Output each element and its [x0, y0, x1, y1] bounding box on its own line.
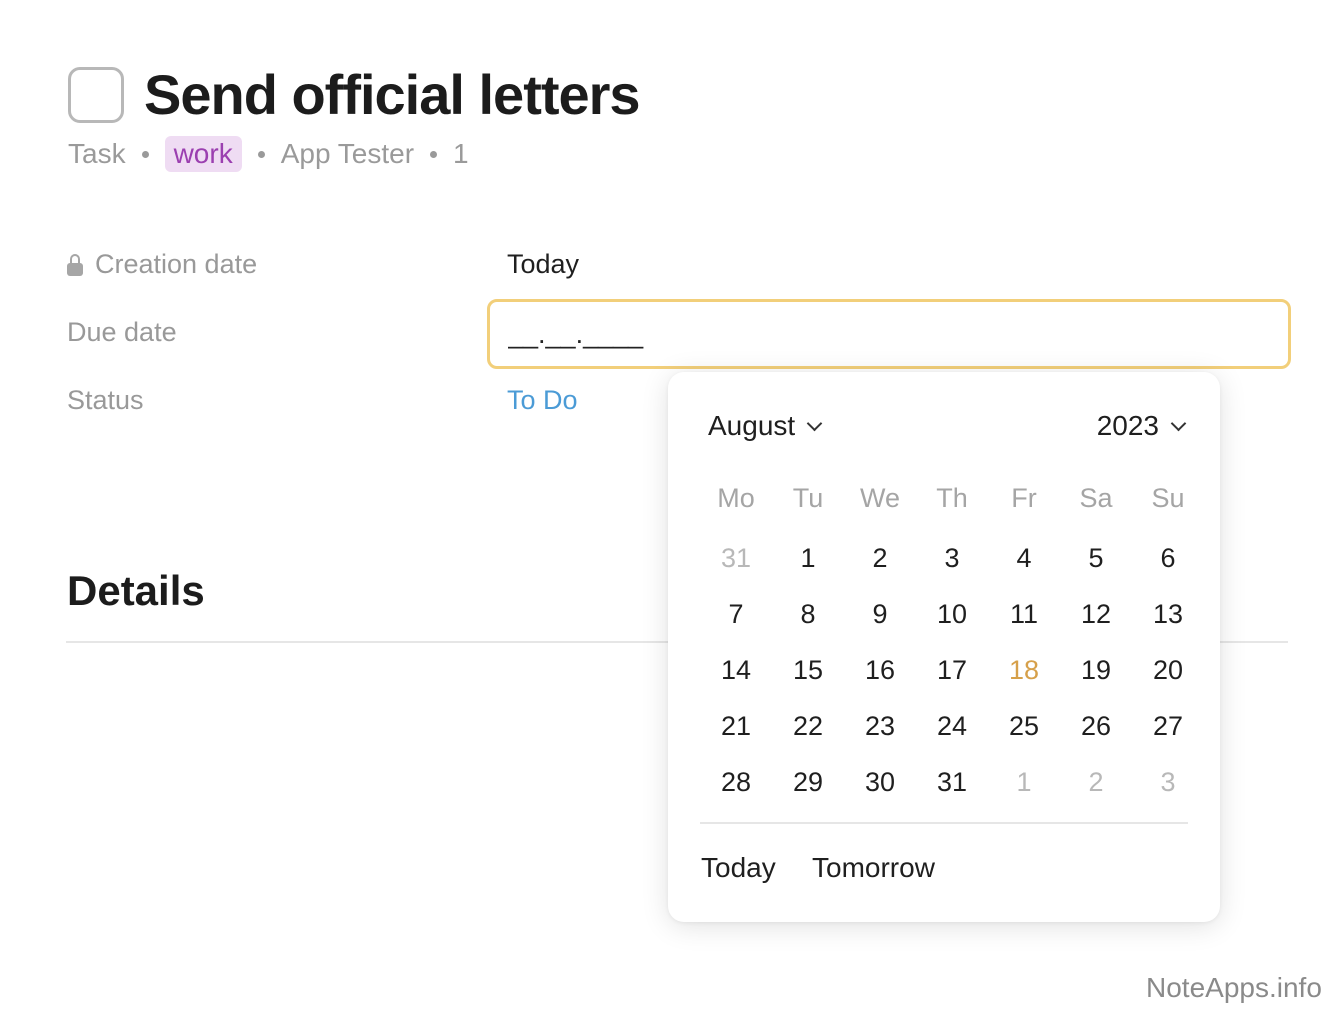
calendar-day[interactable]: 20: [1132, 642, 1204, 698]
weekday-label: Su: [1151, 483, 1185, 513]
calendar-day[interactable]: 24: [916, 698, 988, 754]
calendar-week-row: 21 22 23 24 25 26 27: [700, 698, 1204, 754]
calendar-day-outside[interactable]: 1: [988, 754, 1060, 810]
calendar-day[interactable]: 16: [844, 642, 916, 698]
calendar-day[interactable]: 29: [772, 754, 844, 810]
calendar-day[interactable]: 5: [1060, 530, 1132, 586]
calendar-day[interactable]: 28: [700, 754, 772, 810]
calendar-day[interactable]: 17: [916, 642, 988, 698]
watermark: NoteApps.info: [1146, 972, 1322, 1003]
status-label: Status: [67, 385, 144, 415]
weekday-label: Tu: [792, 483, 824, 513]
weekday-label: We: [859, 483, 900, 513]
calendar-day-outside[interactable]: 2: [1060, 754, 1132, 810]
calendar-day[interactable]: 30: [844, 754, 916, 810]
date-picker-popup: August 2023 Mo Tu We Th Fr Sa Su 31 1 2 3 4 5 6 7 8 9 10…: [668, 372, 1220, 922]
weekday-label: Th: [936, 483, 968, 513]
status-value[interactable]: To Do: [507, 385, 578, 416]
task-owner[interactable]: App Tester: [281, 138, 414, 170]
task-checkbox[interactable]: [68, 66, 124, 123]
calendar-week-row: 7 8 9 10 11 12 13: [700, 586, 1204, 642]
calendar-day[interactable]: 11: [988, 586, 1060, 642]
task-title[interactable]: Send official letters: [144, 62, 641, 127]
calendar-day[interactable]: 2: [844, 530, 916, 586]
chevron-down-icon: [806, 415, 823, 431]
weekday-header: Mo Tu We Th Fr Sa Su: [700, 474, 1204, 522]
calendar-day[interactable]: 21: [700, 698, 772, 754]
calendar-week-row: 14 15 16 17 18 19 20: [700, 642, 1204, 698]
calendar-day[interactable]: 26: [1060, 698, 1132, 754]
calendar-divider: [700, 822, 1188, 824]
task-page: Send official letters Task work App Test…: [0, 0, 1336, 1010]
calendar-day[interactable]: 31: [916, 754, 988, 810]
calendar-weeks: 31 1 2 3 4 5 6 7 8 9 10 11 12 13 14 15 16 17 18 19 20 21 22 23 2…: [700, 530, 1204, 810]
calendar-week-row: 28 29 30 31 1 2 3: [700, 754, 1204, 810]
quick-today-button[interactable]: Today: [701, 852, 776, 884]
weekday-label: Fr: [1011, 483, 1037, 513]
year-label: 2023: [1096, 410, 1159, 441]
calendar-day[interactable]: 1: [772, 530, 844, 586]
calendar-day[interactable]: 23: [844, 698, 916, 754]
title-row: Send official letters: [68, 62, 641, 127]
separator-dot: [257, 150, 265, 158]
calendar-day[interactable]: 15: [772, 642, 844, 698]
calendar-week-row: 31 1 2 3 4 5 6: [700, 530, 1204, 586]
due-date-input[interactable]: [487, 299, 1291, 369]
creation-date-label-text: Creation date: [95, 249, 258, 279]
calendar-day[interactable]: 27: [1132, 698, 1204, 754]
task-type: Task: [68, 138, 126, 169]
calendar-day[interactable]: 7: [700, 586, 772, 642]
calendar-day[interactable]: 12: [1060, 586, 1132, 642]
calendar-day-outside[interactable]: 31: [700, 530, 772, 586]
tag-work[interactable]: work: [164, 136, 242, 172]
year-select[interactable]: 2023: [1096, 410, 1187, 442]
calendar-day[interactable]: 22: [772, 698, 844, 754]
calendar-day[interactable]: 13: [1132, 586, 1204, 642]
calendar-day[interactable]: 3: [916, 530, 988, 586]
month-select[interactable]: August: [708, 410, 823, 442]
quick-tomorrow-button[interactable]: Tomorrow: [812, 852, 935, 884]
creation-date-value: Today: [507, 249, 580, 279]
calendar-day-today[interactable]: 18: [988, 642, 1060, 698]
calendar-day[interactable]: 25: [988, 698, 1060, 754]
calendar-day[interactable]: 10: [916, 586, 988, 642]
calendar-day[interactable]: 9: [844, 586, 916, 642]
calendar-grid: Mo Tu We Th Fr Sa Su 31 1 2 3 4 5 6 7 8 9 10 11 12 13 14 15 16…: [700, 474, 1204, 810]
creation-date-label: Creation date: [67, 249, 257, 280]
calendar-day[interactable]: 4: [988, 530, 1060, 586]
weekday-label: Sa: [1079, 483, 1113, 513]
calendar-day[interactable]: 14: [700, 642, 772, 698]
calendar-day[interactable]: 19: [1060, 642, 1132, 698]
calendar-day-outside[interactable]: 3: [1132, 754, 1204, 810]
calendar-day[interactable]: 6: [1132, 530, 1204, 586]
task-meta: Task work App Tester 1: [68, 136, 469, 172]
month-label: August: [708, 410, 796, 441]
due-date-label: Due date: [67, 317, 177, 347]
weekday-label: Mo: [717, 483, 755, 513]
task-count: 1: [453, 138, 469, 169]
separator-dot: [141, 150, 149, 158]
calendar-day[interactable]: 8: [772, 586, 844, 642]
chevron-down-icon: [1170, 415, 1187, 431]
details-heading: Details: [67, 567, 205, 614]
separator-dot: [430, 150, 438, 158]
lock-icon: [67, 253, 83, 276]
